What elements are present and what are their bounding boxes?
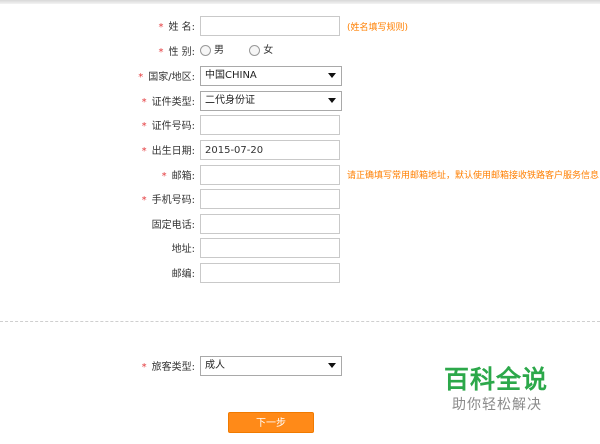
id-number-row: * 证件号码:: [0, 115, 600, 139]
required-mark: *: [141, 121, 147, 132]
required-mark: *: [141, 97, 147, 108]
chevron-down-icon: [328, 98, 336, 103]
gender-label: * 性 别:: [158, 47, 195, 58]
birth-date-row: * 出生日期:: [0, 140, 600, 164]
required-mark: *: [141, 146, 147, 157]
chevron-down-icon: [328, 363, 336, 368]
email-row: * 邮箱: 请正确填写常用邮箱地址，默认使用邮箱接收铁路客户服务信息: [0, 165, 600, 189]
country-label: * 国家/地区:: [138, 72, 195, 83]
mobile-row: * 手机号码:: [0, 189, 600, 213]
gender-female-label[interactable]: 女: [263, 45, 273, 56]
landline-row: 固定电话:: [0, 214, 600, 238]
email-hint: 请正确填写常用邮箱地址，默认使用邮箱接收铁路客户服务信息: [347, 171, 600, 181]
mobile-label: * 手机号码:: [141, 195, 195, 206]
required-mark: *: [138, 72, 144, 83]
birth-date-input[interactable]: [201, 141, 339, 159]
mobile-input[interactable]: [201, 190, 339, 208]
name-input[interactable]: [201, 17, 339, 35]
email-input[interactable]: [201, 166, 339, 184]
id-type-select-value: 二代身份证: [205, 95, 255, 106]
gender-male-radio[interactable]: [200, 44, 211, 56]
country-select[interactable]: 中国CHINA: [200, 66, 342, 86]
gender-female-radio[interactable]: [249, 44, 261, 56]
country-select-value: 中国CHINA: [205, 70, 257, 81]
address-row: 地址:: [0, 238, 600, 262]
passenger-type-select-value: 成人: [205, 360, 225, 371]
birth-date-label: * 出生日期:: [141, 146, 195, 157]
id-number-label: * 证件号码:: [141, 121, 195, 132]
mobile-field[interactable]: [200, 189, 340, 209]
next-step-button[interactable]: 下一步: [228, 412, 314, 433]
name-label: * 姓 名:: [158, 22, 195, 33]
name-row: * 姓 名: (姓名填写规则): [0, 16, 600, 40]
id-number-input[interactable]: [201, 116, 339, 134]
id-number-field[interactable]: [200, 115, 340, 135]
name-field[interactable]: [200, 16, 340, 36]
top-border: [0, 0, 600, 4]
address-input[interactable]: [201, 239, 339, 257]
address-label: 地址:: [171, 244, 195, 255]
required-mark: *: [158, 47, 164, 58]
postcode-row: 邮编:: [0, 263, 600, 287]
landline-input[interactable]: [201, 215, 339, 233]
passenger-type-label: * 旅客类型:: [141, 362, 195, 373]
id-type-label: * 证件类型:: [141, 97, 195, 108]
postcode-label: 邮编:: [171, 269, 195, 280]
birth-date-field[interactable]: [200, 140, 340, 160]
postcode-field[interactable]: [200, 263, 340, 283]
watermark-slogan: 助你轻松解决: [452, 397, 542, 413]
email-field[interactable]: [200, 165, 340, 185]
id-type-row: * 证件类型: 二代身份证: [0, 91, 600, 115]
landline-field[interactable]: [200, 214, 340, 234]
gender-male-label[interactable]: 男: [214, 45, 224, 56]
address-field[interactable]: [200, 238, 340, 258]
email-label: * 邮箱:: [161, 171, 195, 182]
id-type-select[interactable]: 二代身份证: [200, 91, 342, 111]
gender-radio-group: 男 女: [200, 41, 295, 61]
required-mark: *: [141, 195, 147, 206]
required-mark: *: [158, 22, 164, 33]
country-row: * 国家/地区: 中国CHINA: [0, 66, 600, 90]
watermark-logo-text: 百科全说: [444, 365, 549, 394]
required-mark: *: [161, 171, 167, 182]
gender-row: * 性 别: 男 女: [0, 41, 600, 65]
section-divider: [0, 321, 600, 322]
postcode-input[interactable]: [201, 264, 339, 282]
required-mark: *: [141, 362, 147, 373]
passenger-type-select[interactable]: 成人: [200, 356, 342, 376]
name-rules-link[interactable]: (姓名填写规则): [347, 18, 408, 38]
chevron-down-icon: [328, 73, 336, 78]
landline-label: 固定电话:: [151, 220, 195, 231]
